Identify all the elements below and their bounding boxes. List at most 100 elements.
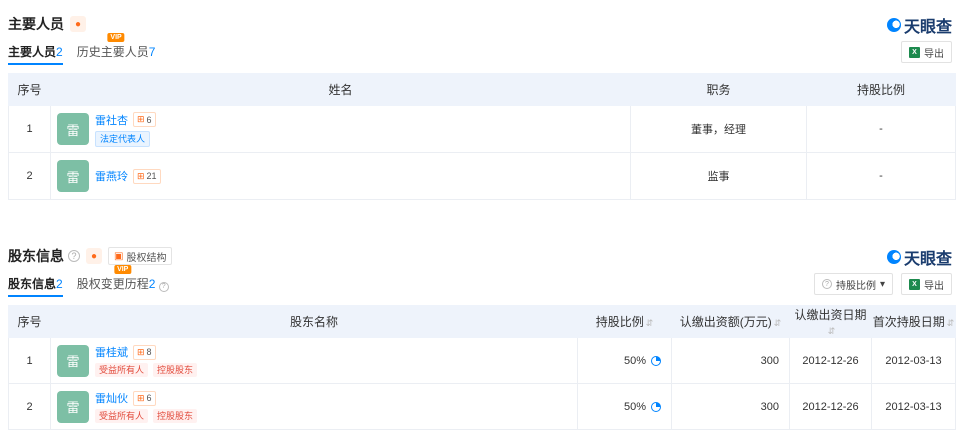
col-shareholder-name: 股东名称 — [50, 305, 578, 338]
avatar[interactable]: 雷 — [57, 390, 89, 423]
col-label: 认缴出资额(万元) — [679, 315, 772, 329]
tianyancha-logo-icon — [886, 18, 901, 32]
shareholder-cell: 雷 雷桂斌 ⊞ 8 受益所有人 控股股东 — [50, 337, 578, 384]
avatar[interactable]: 雷 — [57, 160, 89, 192]
export-button[interactable]: X 导出 — [901, 273, 952, 295]
tab-label: 历史主要人员 — [76, 45, 149, 59]
export-button[interactable]: X 导出 — [901, 41, 952, 63]
ratio-cell: - — [806, 105, 956, 153]
vip-badge: VIP — [114, 265, 132, 274]
col-ratio[interactable]: 持股比例 ⇵ — [577, 305, 672, 338]
related-companies-badge[interactable]: ⊞ 6 — [133, 112, 156, 127]
tab-label: 股东信息 — [8, 277, 57, 291]
sort-icon: ⇵ — [645, 318, 654, 328]
person-cell: 雷 雷燕玲 ⊞ 21 — [50, 152, 631, 200]
col-first-date[interactable]: 首次持股日期 ⇵ — [871, 305, 956, 338]
ratio-filter-label: 持股比例 — [835, 280, 876, 292]
first-date-cell: 2012-03-13 — [871, 337, 956, 384]
related-companies-badge[interactable]: ⊞ 6 — [133, 390, 156, 406]
beneficial-owner-tag: 受益所有人 — [95, 409, 149, 423]
person-name-link[interactable]: 雷社杏 — [95, 112, 128, 128]
shareholder-name-link[interactable]: 雷桂斌 — [95, 344, 128, 360]
related-count: 8 — [146, 347, 152, 357]
tab-label: 股权变更历程 — [76, 277, 149, 291]
shareholders-tabs: 股东信息2 VIP 股权变更历程2 ? — [8, 265, 169, 297]
capital-cell: 300 — [671, 337, 790, 384]
col-label: 首次持股日期 — [872, 315, 945, 329]
avatar[interactable]: 雷 — [57, 344, 89, 377]
tab-main-personnel[interactable]: 主要人员2 — [8, 43, 63, 65]
bell-icon[interactable]: ● — [70, 16, 86, 32]
structure-label: 股权结构 — [126, 252, 167, 264]
tab-count: 7 — [148, 45, 156, 59]
position-cell: 董事，经理 — [630, 105, 807, 153]
col-name: 姓名 — [50, 73, 631, 106]
personnel-title: 主要人员 — [8, 16, 64, 32]
col-index: 序号 — [8, 73, 51, 106]
col-label: 持股比例 — [595, 315, 644, 329]
col-subscribe-date[interactable]: 认缴出资日期 ⇵ — [789, 305, 872, 338]
avatar[interactable]: 雷 — [57, 113, 89, 145]
help-icon: ? — [821, 279, 832, 289]
table-row: 2 雷 雷灿伙 ⊞ 6 受益所有人 控股股东 50% 300 2012-12-2… — [8, 383, 956, 430]
ratio-value: 50% — [623, 400, 646, 413]
caret-down-icon: ▾ — [879, 278, 885, 290]
col-position: 职务 — [630, 73, 807, 106]
related-companies-badge[interactable]: ⊞ 21 — [133, 168, 161, 184]
pie-chart-icon[interactable] — [651, 355, 661, 366]
ratio-cell: - — [806, 152, 956, 200]
person-cell: 雷 雷社杏 ⊞ 6 法定代表人 — [50, 105, 631, 153]
col-capital[interactable]: 认缴出资额(万元) ⇵ — [671, 305, 790, 338]
brand-logo: 天眼查 — [886, 13, 952, 37]
shareholders-tools: ? 持股比例 ▾ X 导出 — [813, 273, 952, 295]
org-icon: ⊞ — [137, 170, 145, 181]
shareholders-title: 股东信息 — [8, 248, 64, 264]
shareholder-name-link[interactable]: 雷灿伙 — [95, 390, 128, 406]
help-icon[interactable]: ? — [68, 250, 80, 262]
tab-count: 2 — [148, 277, 156, 291]
personnel-table: 序号 姓名 职务 持股比例 1 雷 雷社杏 ⊞ 6 法定代表人 董事，经理 - … — [8, 73, 956, 200]
row-index: 2 — [8, 383, 51, 430]
tab-history-personnel[interactable]: VIP 历史主要人员7 — [76, 33, 156, 65]
row-index: 1 — [8, 105, 51, 153]
table-header-row: 序号 姓名 职务 持股比例 — [8, 73, 956, 106]
personnel-section: 主要人员 ● 天眼查 主要人员2 VIP 历史主要人员7 X 导出 序号 姓名 职务… — [0, 0, 960, 210]
equity-structure-button[interactable]: ▣ 股权结构 — [108, 247, 173, 265]
tab-shareholders[interactable]: 股东信息2 — [8, 275, 63, 297]
excel-icon: X — [909, 46, 920, 58]
vip-badge: VIP — [107, 33, 125, 42]
position-cell: 监事 — [630, 152, 807, 200]
row-index: 1 — [8, 337, 51, 384]
tab-equity-history[interactable]: VIP 股权变更历程2 ? — [76, 265, 169, 297]
ratio-value: 50% — [623, 354, 646, 367]
sort-icon: ⇵ — [946, 318, 955, 328]
subscribe-date-cell: 2012-12-26 — [789, 383, 872, 430]
org-icon: ⊞ — [137, 392, 145, 403]
export-label: 导出 — [924, 280, 944, 292]
controlling-shareholder-tag: 控股股东 — [153, 363, 198, 377]
tab-label: 主要人员 — [8, 45, 57, 59]
bell-icon[interactable]: ● — [86, 248, 102, 264]
legal-rep-tag: 法定代表人 — [95, 130, 151, 147]
col-label: 认缴出资日期 — [794, 308, 867, 322]
capital-cell: 300 — [671, 383, 790, 430]
table-row: 1 雷 雷社杏 ⊞ 6 法定代表人 董事，经理 - — [8, 105, 956, 153]
export-label: 导出 — [924, 48, 944, 60]
brand-name: 天眼查 — [903, 19, 952, 36]
sort-icon: ⇵ — [773, 318, 782, 328]
related-companies-badge[interactable]: ⊞ 8 — [133, 344, 156, 360]
tianyancha-logo-icon — [886, 250, 901, 264]
ratio-cell: 50% — [577, 337, 672, 384]
related-count: 21 — [146, 171, 157, 181]
brand-logo: 天眼查 — [886, 245, 952, 269]
person-name-link[interactable]: 雷燕玲 — [95, 168, 128, 184]
pie-chart-icon[interactable] — [651, 401, 661, 412]
help-icon[interactable]: ? — [158, 281, 169, 292]
personnel-title-row: 主要人员 ● — [8, 14, 86, 34]
ratio-filter-dropdown[interactable]: ? 持股比例 ▾ — [813, 273, 893, 295]
structure-icon: ▣ — [114, 250, 124, 262]
related-count: 6 — [146, 114, 152, 125]
controlling-shareholder-tag: 控股股东 — [153, 409, 198, 423]
personnel-tools: X 导出 — [901, 41, 952, 63]
row-index: 2 — [8, 152, 51, 200]
